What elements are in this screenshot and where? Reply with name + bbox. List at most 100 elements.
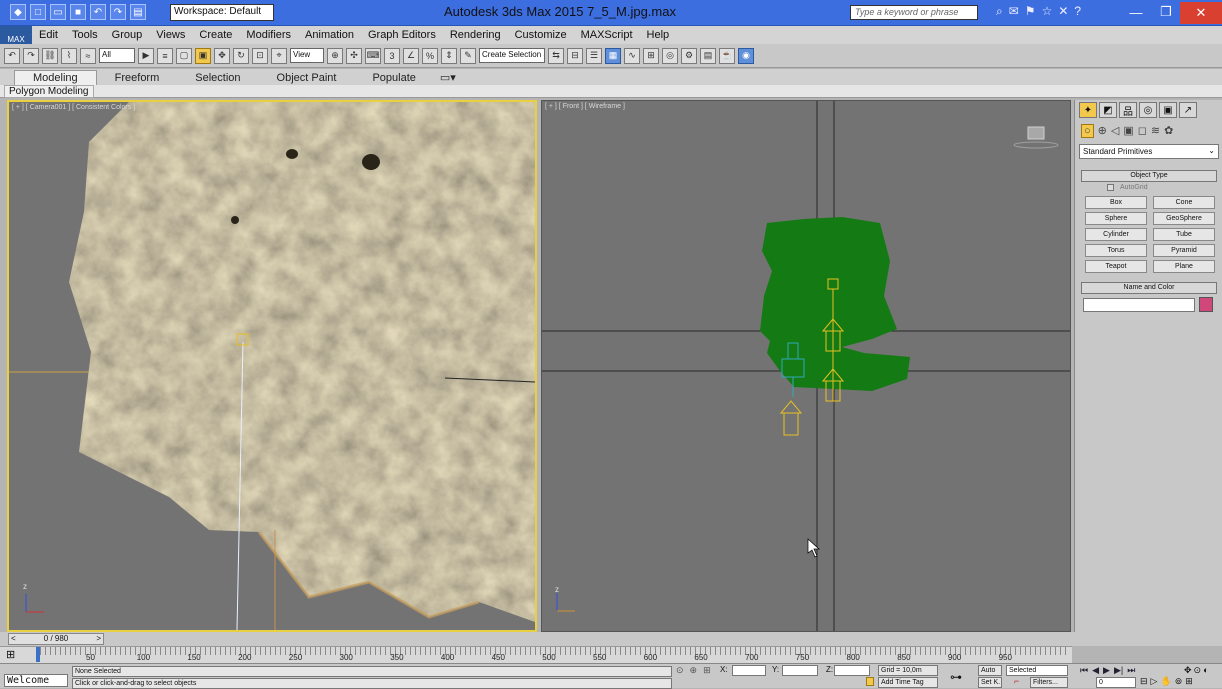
hierarchy-tab-icon[interactable]: 品 — [1119, 102, 1137, 118]
utilities-tab-icon[interactable]: ↗ — [1179, 102, 1197, 118]
render-teapot-icon[interactable]: ☕ — [719, 47, 735, 64]
layer-manager-icon[interactable]: ☰ — [586, 47, 602, 64]
viewcube-icon[interactable] — [1027, 126, 1045, 140]
open-file-icon[interactable]: ▭ — [50, 4, 66, 20]
ribbon-options-icon[interactable]: ▭▾ — [434, 70, 462, 85]
light-helper[interactable] — [779, 400, 803, 436]
render-setup-icon[interactable]: ⚙ — [681, 47, 697, 64]
shapes-icon[interactable]: ⊕ — [1098, 124, 1107, 138]
field-of-view-icon[interactable]: ▷ — [1151, 676, 1158, 687]
menu-create[interactable]: Create — [192, 29, 239, 41]
pan-icon[interactable]: ✥ — [1184, 665, 1192, 676]
y-coord-field[interactable] — [782, 665, 818, 676]
rendered-frame-icon[interactable]: ▤ — [700, 47, 716, 64]
communication-icon[interactable]: ⚑ — [1025, 4, 1036, 19]
search-input[interactable]: Type a keyword or phrase — [850, 5, 978, 20]
undo-icon[interactable]: ↶ — [90, 4, 106, 20]
percent-snap-icon[interactable]: % — [422, 47, 438, 64]
object-name-input[interactable] — [1083, 298, 1195, 312]
bind-space-warp-icon[interactable]: ≈ — [80, 47, 96, 64]
primitive-category-dropdown[interactable]: Standard Primitives ⌄ — [1079, 144, 1219, 159]
angle-snap-icon[interactable]: ∠ — [403, 47, 419, 64]
selection-filter-dropdown[interactable]: All — [99, 48, 135, 63]
maxscript-listener[interactable]: Welcome tc — [4, 674, 68, 687]
close-icon[interactable]: ✕ — [1180, 2, 1222, 24]
keyboard-shortcut-icon[interactable]: ⌨ — [365, 47, 381, 64]
workspace-dropdown[interactable]: Workspace: Default — [170, 4, 274, 21]
name-and-color-rollout[interactable]: Name and Color — [1081, 282, 1217, 294]
align-icon[interactable]: ⊟ — [567, 47, 583, 64]
time-tag-icon[interactable] — [866, 677, 874, 686]
auto-key-button[interactable]: Auto — [978, 665, 1002, 676]
menu-views[interactable]: Views — [149, 29, 192, 41]
maximize-viewport-icon[interactable]: ⊞ — [1185, 676, 1193, 687]
mirror-icon[interactable]: ⇆ — [548, 47, 564, 64]
rotate-icon[interactable]: ↻ — [233, 47, 249, 64]
create-tab-icon[interactable]: ✦ — [1079, 102, 1097, 118]
undo-icon[interactable]: ↶ — [4, 47, 20, 64]
tab-selection[interactable]: Selection — [177, 71, 258, 85]
menu-edit[interactable]: Edit — [32, 29, 65, 41]
set-key-button[interactable]: Set K. — [978, 677, 1002, 688]
window-crossing-icon[interactable]: ▣ — [195, 47, 211, 64]
front-viewport-label[interactable]: [ + ] [ Front ] [ Wireframe ] — [545, 103, 625, 110]
favorites-star-icon[interactable]: ☆ — [1042, 4, 1053, 19]
selection-lock-icon[interactable]: ⊕ — [690, 665, 698, 676]
z-coord-field[interactable] — [834, 665, 870, 676]
object-color-swatch[interactable] — [1199, 297, 1213, 312]
camera-viewport-label[interactable]: [ + ] [ Camera001 ] [ Consistent Colors … — [12, 104, 135, 111]
systems-icon[interactable]: ✿ — [1164, 124, 1173, 138]
time-slider-thumb[interactable]: < 0 / 980 > — [8, 633, 104, 645]
go-to-start-icon[interactable]: ⏮ — [1080, 665, 1088, 676]
next-frame-icon[interactable]: ▶| — [1114, 665, 1123, 676]
app-menu-icon[interactable]: ◆ — [10, 4, 26, 20]
object-type-rollout[interactable]: Object Type — [1081, 170, 1217, 182]
edit-named-selection-icon[interactable]: ✎ — [460, 47, 476, 64]
torus-button[interactable]: Torus — [1085, 244, 1147, 257]
redo-icon[interactable]: ↷ — [110, 4, 126, 20]
cylinder-button[interactable]: Cylinder — [1085, 228, 1147, 241]
redo-icon[interactable]: ↷ — [23, 47, 39, 64]
schematic-view-icon[interactable]: ⊞ — [643, 47, 659, 64]
menu-group[interactable]: Group — [105, 29, 150, 41]
box-button[interactable]: Box — [1085, 196, 1147, 209]
snap-toggle-icon[interactable]: 3 — [384, 47, 400, 64]
menu-customize[interactable]: Customize — [508, 29, 574, 41]
move-icon[interactable]: ✥ — [214, 47, 230, 64]
menu-tools[interactable]: Tools — [65, 29, 105, 41]
tab-populate[interactable]: Populate — [354, 71, 433, 85]
helpers-icon[interactable]: ◻ — [1138, 124, 1147, 138]
play-icon[interactable]: ▶ — [1103, 665, 1110, 676]
camera-viewport[interactable]: [ + ] [ Camera001 ] [ Consistent Colors … — [7, 100, 537, 632]
select-by-name-icon[interactable]: ≡ — [157, 47, 173, 64]
menu-rendering[interactable]: Rendering — [443, 29, 508, 41]
set-key-icon[interactable]: ⊶ — [950, 670, 962, 684]
menu-maxscript[interactable]: MAXScript — [574, 29, 640, 41]
time-slider[interactable]: < 0 / 980 > — [0, 632, 1222, 646]
reference-coordinate-dropdown[interactable]: View — [290, 48, 324, 63]
hand-pan-icon[interactable]: ✋ — [1160, 676, 1171, 687]
polygon-modeling-panel[interactable]: Polygon Modeling — [4, 85, 94, 98]
chevron-left-icon[interactable]: < — [11, 634, 16, 644]
autogrid-checkbox[interactable] — [1107, 184, 1114, 191]
material-editor-icon[interactable]: ◎ — [662, 47, 678, 64]
modify-tab-icon[interactable]: ◩ — [1099, 102, 1117, 118]
teapot-button[interactable]: Teapot — [1085, 260, 1147, 273]
go-to-end-icon[interactable]: ⏭ — [1127, 665, 1135, 676]
previous-frame-icon[interactable]: ◀ — [1092, 665, 1099, 676]
time-config-icon[interactable]: ⊟ — [1140, 676, 1148, 687]
menu-modifiers[interactable]: Modifiers — [239, 29, 298, 41]
motion-tab-icon[interactable]: ◎ — [1139, 102, 1157, 118]
isolate-icon[interactable]: ⊙ — [676, 665, 684, 676]
rectangular-region-icon[interactable]: ▢ — [176, 47, 192, 64]
menu-animation[interactable]: Animation — [298, 29, 361, 41]
absolute-mode-icon[interactable]: ⊞ — [703, 665, 711, 676]
tab-modeling[interactable]: Modeling — [14, 70, 97, 85]
filters-button[interactable]: Filters... — [1030, 677, 1068, 688]
a360-render-icon[interactable]: ◉ — [738, 47, 754, 64]
add-time-tag-button[interactable]: Add Time Tag — [878, 677, 938, 688]
tube-button[interactable]: Tube — [1153, 228, 1215, 241]
chevron-right-icon[interactable]: > — [96, 634, 101, 644]
select-object-icon[interactable]: ▶ — [138, 47, 154, 64]
walkthrough-icon[interactable]: ⊚ — [1175, 676, 1183, 687]
